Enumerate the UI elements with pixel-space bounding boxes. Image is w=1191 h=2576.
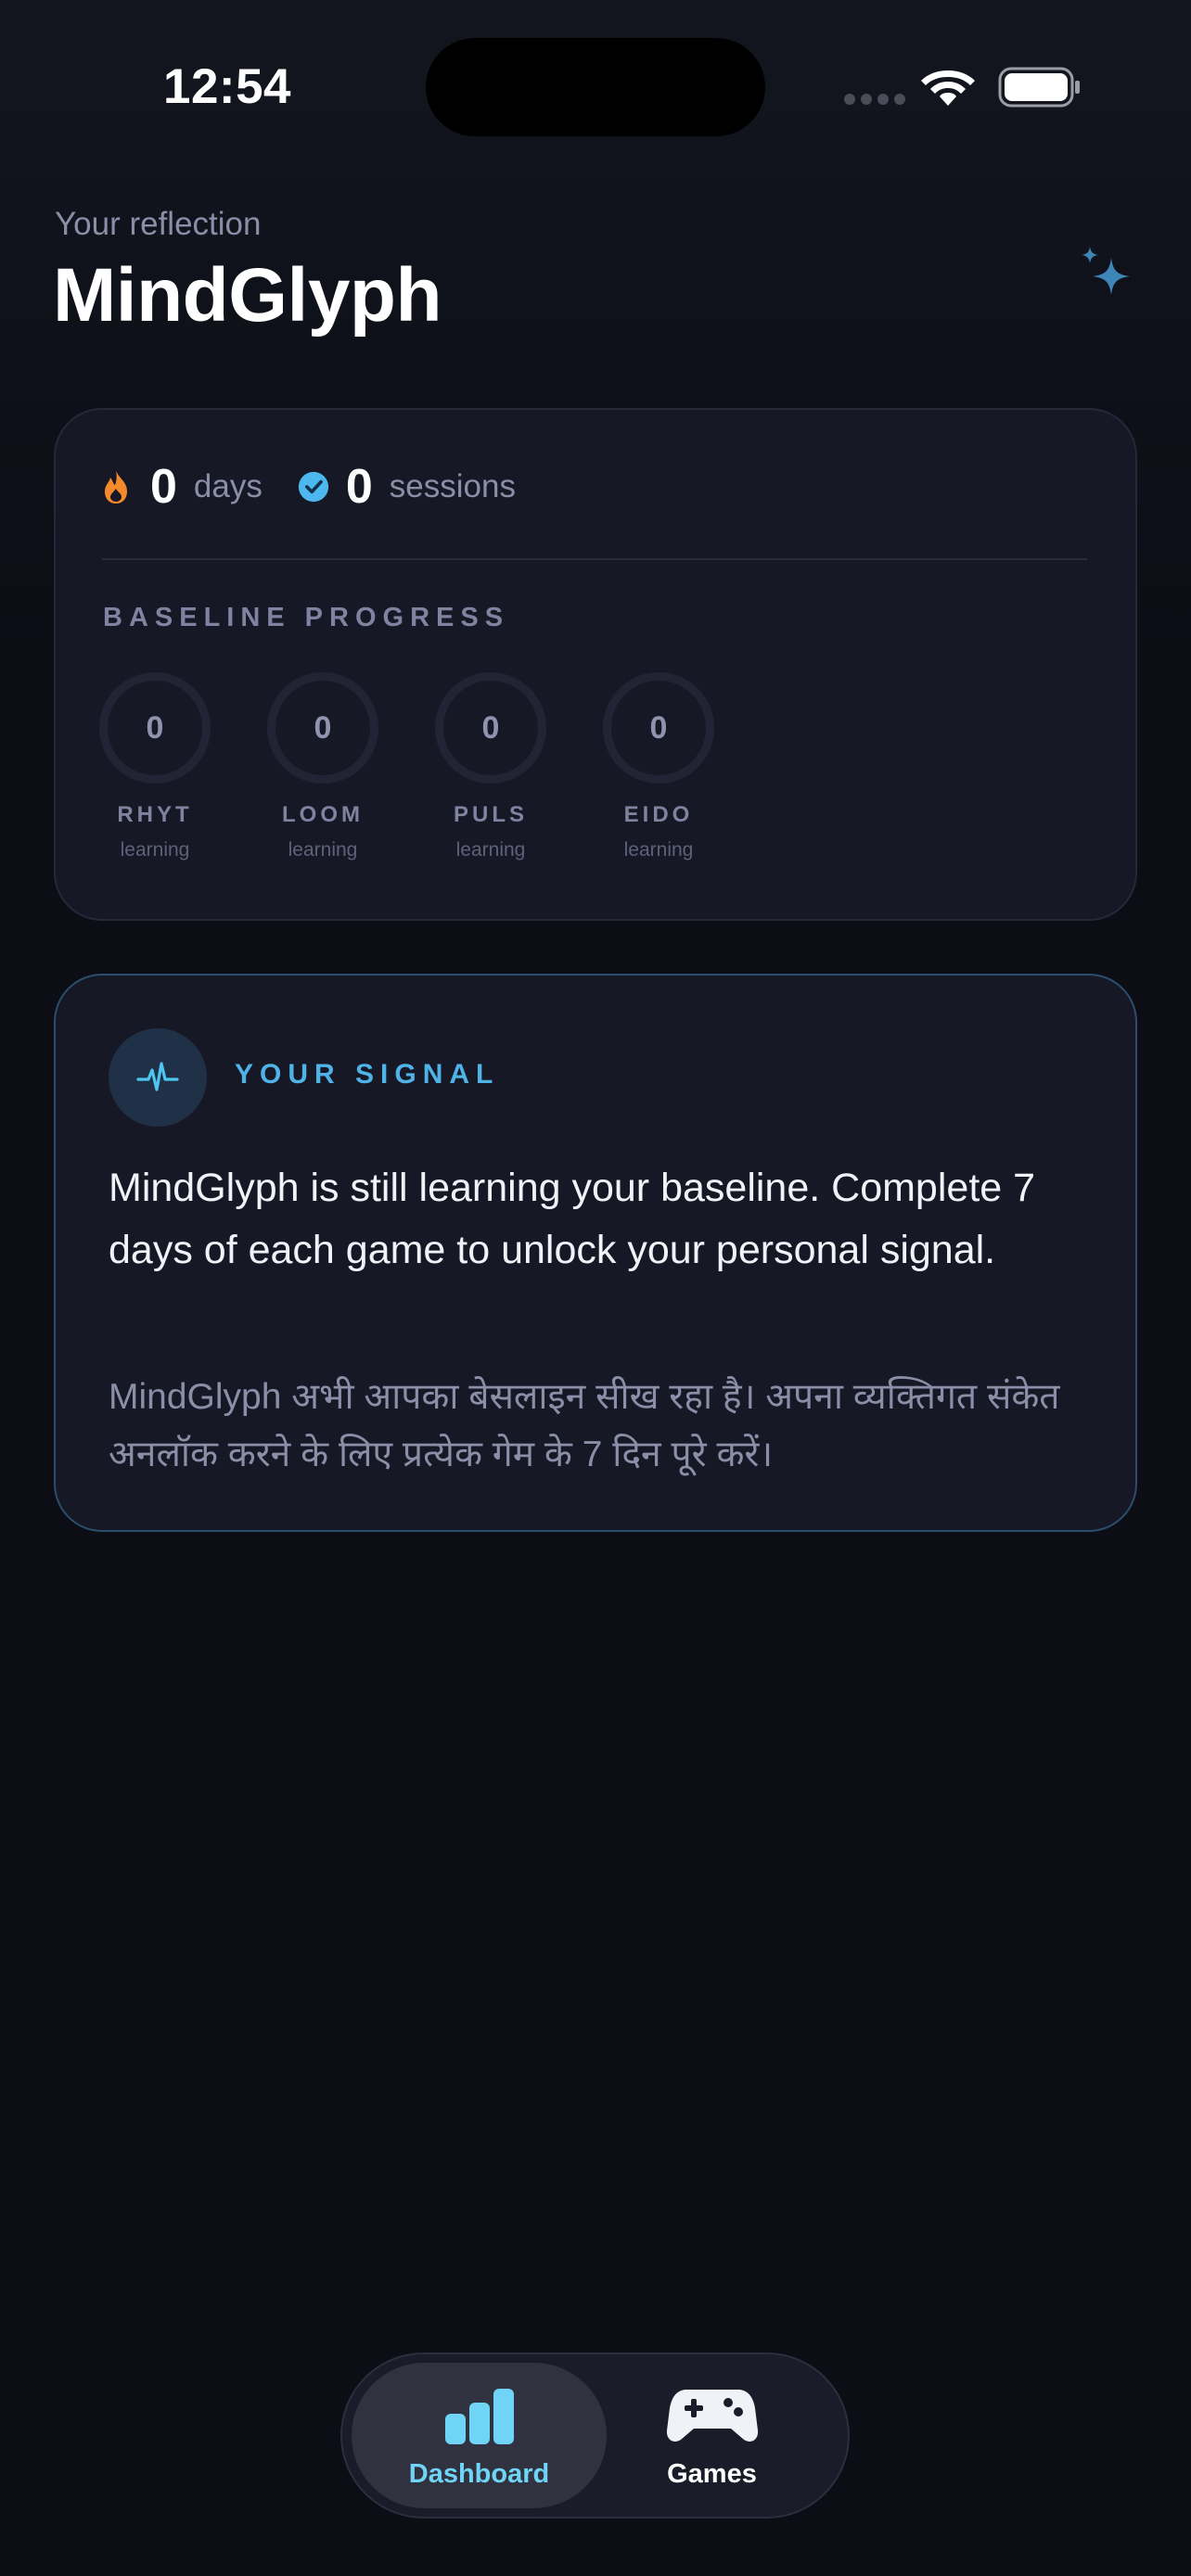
checkmark-badge-icon — [298, 468, 329, 505]
game-progress-loom[interactable]: 0 LOOM learning — [265, 672, 433, 861]
streak-label: days — [193, 468, 263, 504]
flame-icon — [102, 468, 134, 505]
pulse-icon — [109, 1028, 207, 1127]
wifi-icon — [921, 70, 975, 106]
sessions-count: 0 — [345, 460, 373, 514]
progress-ring: 0 — [267, 672, 378, 784]
game-code: EIDO — [623, 802, 694, 827]
stats-row: 0 days 0 sessions — [102, 459, 551, 515]
dynamic-island — [426, 38, 765, 136]
signal-label: YOUR SIGNAL — [235, 1059, 500, 1090]
signal-message-hindi: MindGlyph अभी आपका बेसलाइन सीख रहा है। अ… — [109, 1377, 1060, 1474]
cellular-signal-icon — [844, 93, 905, 106]
game-status: learning — [288, 839, 358, 861]
stats-divider — [102, 558, 1087, 560]
progress-ring: 0 — [603, 672, 714, 784]
baseline-progress-label: BASELINE PROGRESS — [103, 603, 510, 632]
game-progress-puls[interactable]: 0 PULS learning — [433, 672, 601, 861]
progress-ring: 0 — [435, 672, 546, 784]
page-title: MindGlyph — [53, 253, 442, 338]
game-progress-rhyt[interactable]: 0 RHYT learning — [97, 672, 265, 861]
game-code: PULS — [453, 802, 528, 827]
game-code: RHYT — [117, 802, 193, 827]
game-status: learning — [455, 839, 526, 861]
game-code: LOOM — [282, 802, 364, 827]
signal-message-english: MindGlyph is still learning your baselin… — [109, 1166, 1036, 1272]
tab-dashboard[interactable]: Dashboard — [352, 2383, 607, 2490]
tab-games[interactable]: Games — [612, 2383, 812, 2490]
bar-chart-icon — [433, 2383, 526, 2448]
baseline-rings: 0 RHYT learning 0 LOOM learning 0 PULS l… — [97, 672, 769, 861]
progress-ring: 0 — [99, 672, 211, 784]
sessions-label: sessions — [389, 468, 516, 504]
sparkle-icon[interactable] — [1076, 243, 1135, 310]
page-subtitle: Your reflection — [55, 206, 262, 242]
tab-games-label: Games — [667, 2459, 757, 2489]
battery-icon — [998, 67, 1080, 108]
gamepad-icon — [666, 2383, 759, 2448]
status-time: 12:54 — [162, 58, 292, 114]
game-progress-eido[interactable]: 0 EIDO learning — [601, 672, 769, 861]
streak-count: 0 — [150, 460, 177, 514]
game-status: learning — [120, 839, 190, 861]
game-status: learning — [623, 839, 694, 861]
tab-dashboard-label: Dashboard — [408, 2459, 550, 2489]
